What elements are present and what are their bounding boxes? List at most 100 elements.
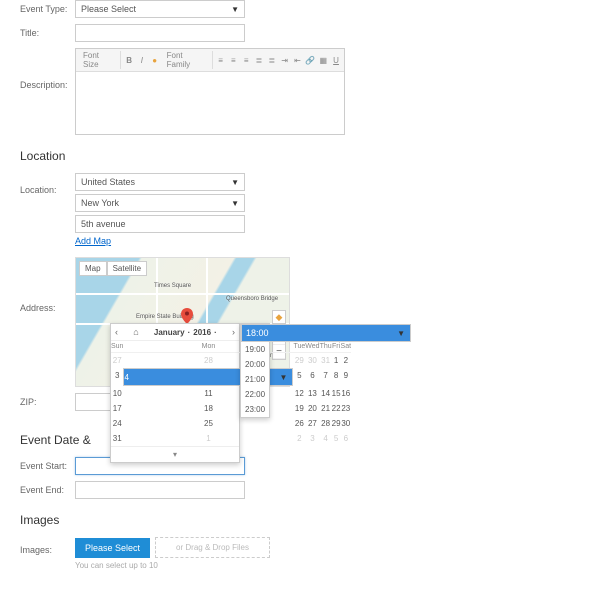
timepicker-item[interactable]: 18:00 — [241, 324, 411, 342]
event-end-input[interactable] — [75, 481, 245, 499]
datepicker-year[interactable]: 2016 — [193, 328, 211, 337]
event-type-value: Please Select — [81, 4, 136, 14]
add-map-link[interactable]: Add Map — [75, 236, 111, 246]
datepicker-day[interactable]: 19 — [293, 401, 305, 416]
location-heading: Location — [20, 149, 580, 163]
datepicker-home-button[interactable]: ⌂ — [133, 327, 138, 337]
upload-select-button[interactable]: Please Select — [75, 538, 150, 558]
map-btn-satellite[interactable]: Satellite — [107, 261, 147, 276]
description-editor: Font Size B I ● Font Family ≡ ≡ ≡ ≣ ≣ ⇥ … — [75, 48, 345, 135]
datepicker-grid: SunMonTueWedThuFriSat2728293031123456789… — [111, 341, 239, 446]
datepicker-day[interactable]: 31 — [111, 431, 123, 446]
datepicker-day[interactable]: 1 — [332, 353, 341, 368]
datepicker-day[interactable]: 4 — [320, 431, 332, 446]
datepicker-day[interactable]: 2 — [341, 353, 352, 368]
datepicker-day[interactable]: 17 — [111, 401, 123, 416]
datepicker-day[interactable]: 15 — [332, 386, 341, 401]
bold-icon[interactable]: B — [124, 55, 134, 65]
datepicker-month[interactable]: January — [154, 328, 185, 337]
outdent-icon[interactable]: ⇤ — [293, 55, 303, 65]
timepicker-item[interactable]: 20:00 — [241, 357, 269, 372]
align-center-icon[interactable]: ≡ — [228, 55, 238, 65]
upload-hint: You can select up to 10 — [75, 561, 580, 570]
timepicker-popup: 18:0019:0020:0021:0022:0023:00 — [240, 323, 270, 418]
street-value: 5th avenue — [81, 219, 126, 229]
timepicker-item[interactable]: 19:00 — [241, 342, 269, 357]
datepicker-day[interactable]: 16 — [341, 386, 352, 401]
images-label: Images: — [20, 537, 75, 555]
map-type-control: Map Satellite — [79, 261, 147, 276]
datepicker-day[interactable]: 21 — [320, 401, 332, 416]
datepicker-dow: Tue — [293, 341, 305, 353]
datepicker-day[interactable]: 29 — [293, 353, 305, 368]
description-label: Description: — [20, 48, 75, 90]
description-textarea[interactable] — [76, 72, 344, 134]
fontfamily-select[interactable]: Font Family — [163, 51, 213, 69]
datepicker-day[interactable]: 2 — [293, 431, 305, 446]
datepicker-day[interactable]: 5 — [293, 368, 305, 386]
map-pin-icon — [181, 308, 193, 320]
datepicker-day[interactable]: 20 — [305, 401, 319, 416]
image-icon[interactable]: ▦ — [318, 55, 328, 65]
indent-icon[interactable]: ⇥ — [280, 55, 290, 65]
datepicker-day[interactable]: 27 — [111, 353, 123, 368]
datepicker-day[interactable]: 6 — [305, 368, 319, 386]
datepicker-dow: Fri — [332, 341, 341, 353]
datepicker-next-button[interactable]: › — [232, 327, 235, 337]
title-input[interactable] — [75, 24, 245, 42]
datepicker-day[interactable]: 25 — [123, 416, 293, 431]
country-select[interactable]: United States — [75, 173, 245, 191]
align-right-icon[interactable]: ≡ — [241, 55, 251, 65]
datepicker-day[interactable]: 8 — [332, 368, 341, 386]
datepicker-day[interactable]: 1 — [123, 431, 293, 446]
zip-label: ZIP: — [20, 393, 75, 407]
datepicker-day[interactable]: 31 — [320, 353, 332, 368]
datepicker-toggle-button[interactable]: ▾ — [111, 446, 239, 462]
map-poi-queensboro: Queensboro Bridge — [226, 296, 278, 302]
datepicker-day[interactable]: 24 — [111, 416, 123, 431]
datepicker-day[interactable]: 29 — [332, 416, 341, 431]
datepicker-day[interactable]: 12 — [293, 386, 305, 401]
event-type-select[interactable]: Please Select — [75, 0, 245, 18]
map-btn-map[interactable]: Map — [79, 261, 107, 276]
timepicker-item[interactable]: 22:00 — [241, 387, 269, 402]
datepicker-day[interactable]: 13 — [305, 386, 319, 401]
event-end-label: Event End: — [20, 481, 75, 495]
street-input[interactable]: 5th avenue — [75, 215, 245, 233]
datepicker-day[interactable]: 5 — [332, 431, 341, 446]
list-ol-icon[interactable]: ≣ — [267, 55, 277, 65]
align-left-icon[interactable]: ≡ — [216, 55, 226, 65]
datepicker-dow: Sun — [111, 341, 123, 353]
fontsize-select[interactable]: Font Size — [79, 51, 121, 69]
datepicker-day[interactable]: 26 — [293, 416, 305, 431]
datepicker-popup: ‹ ⌂ January · 2016 · › SunMonTueWedThuFr… — [110, 323, 240, 463]
datepicker-day[interactable]: 22 — [332, 401, 341, 416]
event-type-label: Event Type: — [20, 0, 75, 14]
timepicker-item[interactable]: 21:00 — [241, 372, 269, 387]
datepicker-day[interactable]: 7 — [320, 368, 332, 386]
color-icon[interactable]: ● — [150, 55, 160, 65]
datepicker-day[interactable]: 30 — [341, 416, 352, 431]
datepicker-dow: Wed — [305, 341, 319, 353]
state-select[interactable]: New York — [75, 194, 245, 212]
datepicker-day[interactable]: 10 — [111, 386, 123, 401]
datepicker-day[interactable]: 27 — [305, 416, 319, 431]
state-value: New York — [81, 198, 119, 208]
upload-drop-zone[interactable]: or Drag & Drop Files — [155, 537, 270, 558]
datepicker-day[interactable]: 28 — [320, 416, 332, 431]
datepicker-day[interactable]: 23 — [341, 401, 352, 416]
datepicker-day[interactable]: 3 — [305, 431, 319, 446]
datepicker-day[interactable]: 9 — [341, 368, 352, 386]
timepicker-item[interactable]: 23:00 — [241, 402, 269, 417]
datepicker-day[interactable]: 30 — [305, 353, 319, 368]
list-ul-icon[interactable]: ≣ — [254, 55, 264, 65]
pegman-icon[interactable]: ◆ — [272, 310, 286, 324]
italic-icon[interactable]: I — [137, 55, 147, 65]
datepicker-prev-button[interactable]: ‹ — [115, 327, 118, 337]
underline-icon[interactable]: U — [331, 55, 341, 65]
datepicker-dow: Sat — [341, 341, 352, 353]
datepicker-day[interactable]: 6 — [341, 431, 352, 446]
link-icon[interactable]: 🔗 — [305, 55, 315, 65]
datepicker-day[interactable]: 3 — [111, 368, 123, 386]
datepicker-day[interactable]: 14 — [320, 386, 332, 401]
